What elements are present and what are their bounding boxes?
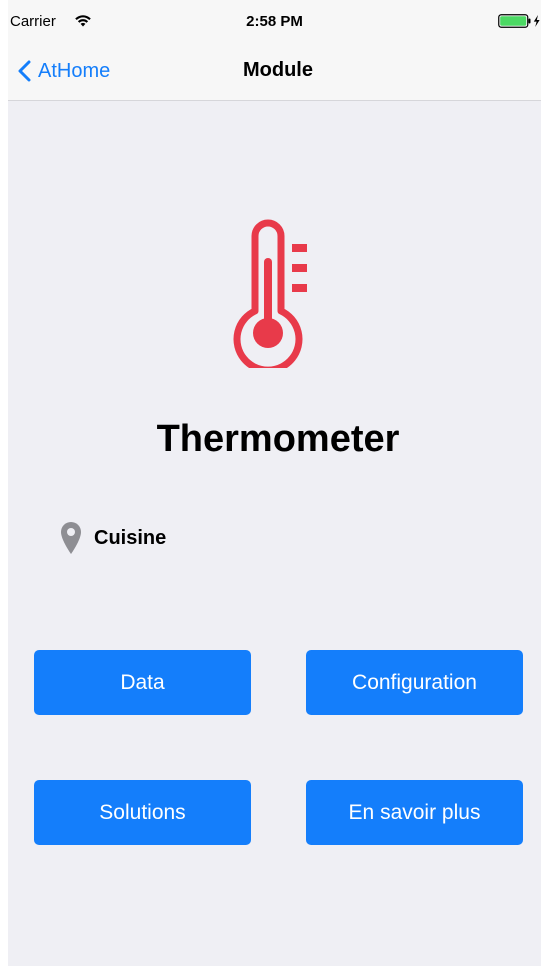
module-screen: Carrier 2:58 PM AtHome Module Thermomete… [8,0,541,966]
location-row: Cuisine [60,520,166,556]
location-label: Cuisine [94,526,167,549]
thermometer-icon [233,219,307,368]
top-bar: Carrier 2:58 PM AtHome Module [8,0,541,101]
solutions-button[interactable]: Solutions [34,780,251,845]
configuration-button[interactable]: Configuration [306,650,523,715]
module-name: Thermometer [156,418,400,460]
learn-more-button[interactable]: En savoir plus [306,780,523,845]
battery-charging-icon [498,14,540,28]
map-pin-icon [61,522,81,554]
data-button[interactable]: Data [34,650,251,715]
status-bar: Carrier 2:58 PM [8,0,541,40]
clock: 2:58 PM [246,13,303,30]
navigation-bar: AtHome Module [8,40,541,100]
page-title: Module [243,59,313,81]
